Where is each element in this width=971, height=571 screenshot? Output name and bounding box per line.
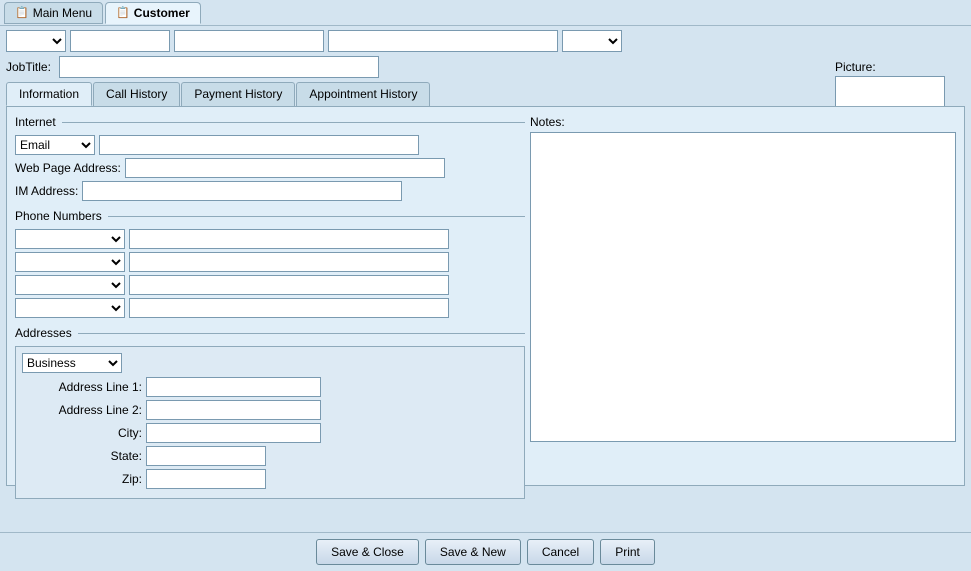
zip-row: Zip: <box>32 469 518 489</box>
address-line1-label: Address Line 1: <box>32 380 142 394</box>
phone-input-3[interactable] <box>129 275 449 295</box>
state-label: State: <box>32 449 142 463</box>
suffix-select[interactable]: Jr. Sr. II III <box>562 30 622 52</box>
phone-input-4[interactable] <box>129 298 449 318</box>
address-label: Addresses <box>15 326 72 340</box>
first-name-input[interactable] <box>70 30 170 52</box>
city-input[interactable] <box>146 423 321 443</box>
notes-label: Notes: <box>530 115 956 129</box>
phone-type-select-3[interactable]: BusinessHomeMobileFax <box>15 275 125 295</box>
save-close-button[interactable]: Save & Close <box>316 539 419 565</box>
customer-label: Customer <box>134 6 190 20</box>
zip-input[interactable] <box>146 469 266 489</box>
last-name-input[interactable] <box>328 30 558 52</box>
phone-type-select-4[interactable]: BusinessHomeMobileFax <box>15 298 125 318</box>
bottom-bar: Save & Close Save & New Cancel Print <box>0 532 971 571</box>
phone-row-2: BusinessHomeMobileFax <box>15 252 525 272</box>
internet-section-header: Internet <box>15 115 525 129</box>
address-section-header: Addresses <box>15 326 525 340</box>
state-row: State: <box>32 446 518 466</box>
phone-type-select-1[interactable]: BusinessHomeMobileFax <box>15 229 125 249</box>
city-label: City: <box>32 426 142 440</box>
phone-label: Phone Numbers <box>15 209 102 223</box>
webpage-label: Web Page Address: <box>15 161 121 175</box>
address-box: Business Home Other Address Line 1: Addr… <box>15 346 525 499</box>
phone-row-3: BusinessHomeMobileFax <box>15 275 525 295</box>
im-address-label: IM Address: <box>15 184 78 198</box>
salutation-select[interactable]: Mr. Ms. Mrs. Dr. <box>6 30 66 52</box>
phone-input-1[interactable] <box>129 229 449 249</box>
jobtitle-input[interactable] <box>59 56 379 78</box>
main-menu-label: Main Menu <box>33 6 92 20</box>
jobtitle-label: JobTitle: <box>6 60 51 74</box>
save-new-button[interactable]: Save & New <box>425 539 521 565</box>
jobtitle-row: JobTitle: <box>6 56 965 78</box>
middle-name-input[interactable] <box>174 30 324 52</box>
email-row: Email Home Work Other <box>15 135 525 155</box>
email-input[interactable] <box>99 135 419 155</box>
address-line1-row: Address Line 1: <box>32 377 518 397</box>
city-row: City: <box>32 423 518 443</box>
zip-label: Zip: <box>32 472 142 486</box>
state-input[interactable] <box>146 446 266 466</box>
right-panel: Notes: <box>530 115 956 445</box>
address-fields: Address Line 1: Address Line 2: City: <box>32 377 518 489</box>
phone-section-header: Phone Numbers <box>15 209 525 223</box>
im-address-input[interactable] <box>82 181 402 201</box>
print-button[interactable]: Print <box>600 539 655 565</box>
picture-label: Picture: <box>835 60 955 74</box>
phone-input-2[interactable] <box>129 252 449 272</box>
customer-icon: 📋 <box>116 6 130 19</box>
im-address-row: IM Address: <box>15 181 525 201</box>
phone-row-1: BusinessHomeMobileFax <box>15 229 525 249</box>
internet-label: Internet <box>15 115 56 129</box>
webpage-input[interactable] <box>125 158 445 178</box>
phone-row-4: BusinessHomeMobileFax <box>15 298 525 318</box>
address-type-row: Business Home Other <box>22 353 518 373</box>
cancel-button[interactable]: Cancel <box>527 539 594 565</box>
form-tabs: Information Call History Payment History… <box>6 82 965 106</box>
phone-type-select-2[interactable]: BusinessHomeMobileFax <box>15 252 125 272</box>
tab-information[interactable]: Information <box>6 82 92 106</box>
form-panel: Internet Email Home Work Other Web Page … <box>6 106 965 486</box>
name-form-row: Mr. Ms. Mrs. Dr. Jr. Sr. II III <box>6 30 965 52</box>
email-type-select[interactable]: Email Home Work Other <box>15 135 95 155</box>
notes-textarea[interactable] <box>530 132 956 442</box>
address-line2-row: Address Line 2: <box>32 400 518 420</box>
tab-appointment-history[interactable]: Appointment History <box>296 82 430 106</box>
tab-call-history[interactable]: Call History <box>93 82 180 106</box>
webpage-row: Web Page Address: <box>15 158 525 178</box>
address-line1-input[interactable] <box>146 377 321 397</box>
main-menu-tab[interactable]: 📋 Main Menu <box>4 2 103 24</box>
left-panel: Internet Email Home Work Other Web Page … <box>15 115 525 499</box>
main-menu-icon: 📋 <box>15 6 29 19</box>
customer-tab[interactable]: 📋 Customer <box>105 2 201 24</box>
address-line2-input[interactable] <box>146 400 321 420</box>
address-type-select[interactable]: Business Home Other <box>22 353 122 373</box>
address-line2-label: Address Line 2: <box>32 403 142 417</box>
tab-payment-history[interactable]: Payment History <box>181 82 295 106</box>
